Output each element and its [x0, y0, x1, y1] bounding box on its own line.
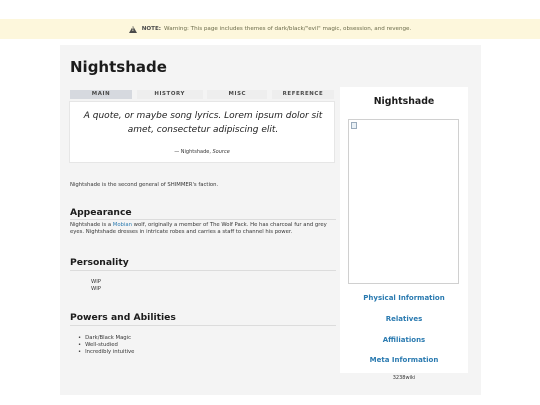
quote-box: A quote, or maybe song lyrics. Lorem ips…: [69, 101, 335, 163]
personality-divider: [70, 270, 336, 271]
personality-heading: Personality: [70, 257, 129, 268]
infobox-relatives[interactable]: Relatives: [340, 315, 468, 323]
tab-reference[interactable]: REFERENCE: [271, 90, 334, 99]
power-label: Incredibly intuitive: [85, 349, 135, 355]
page-title: Nightshade: [70, 58, 167, 76]
warning-notice: NOTE: Warning: This page includes themes…: [0, 19, 540, 39]
tab-bar: MAIN HISTORY MISC REFERENCE: [70, 90, 334, 99]
list-item: Incredibly intuitive: [78, 349, 134, 356]
list-item: Well-studied: [78, 342, 134, 349]
infobox-meta-information[interactable]: Meta Information: [340, 356, 468, 364]
warning-icon: [128, 25, 137, 33]
powers-divider: [70, 325, 336, 326]
infobox-footer: 3238wiki: [392, 375, 416, 381]
appearance-divider: [70, 219, 336, 220]
quote-source: Source: [212, 149, 230, 155]
appearance-heading: Appearance: [70, 207, 132, 218]
mobian-link[interactable]: Mobian: [113, 222, 132, 228]
notice-text: Warning: This page includes themes of da…: [164, 26, 412, 32]
powers-list: Dark/Black Magic Well-studied Incredibly…: [78, 335, 134, 356]
quote-attribution: — Nightshade, Source: [70, 149, 334, 155]
quote-attribution-prefix: — Nightshade,: [174, 149, 213, 155]
infobox: Nightshade Physical Information Relative…: [340, 87, 468, 381]
list-item: Dark/Black Magic: [78, 335, 134, 342]
infobox-image: [348, 119, 459, 284]
powers-heading: Powers and Abilities: [70, 312, 176, 323]
infobox-affiliations[interactable]: Affiliations: [340, 336, 468, 344]
tab-history[interactable]: HISTORY: [136, 90, 203, 99]
infobox-title: Nightshade: [373, 96, 435, 107]
appearance-paragraph: Nightshade is a Mobian wolf, originally …: [70, 222, 340, 237]
personality-item: WIP: [91, 286, 101, 292]
infobox-physical-information[interactable]: Physical Information: [340, 294, 468, 302]
tab-misc[interactable]: MISC: [207, 90, 268, 99]
broken-image-icon: [351, 122, 357, 129]
quote-text: A quote, or maybe song lyrics. Lorem ips…: [83, 111, 323, 135]
tab-main[interactable]: MAIN: [70, 90, 132, 99]
power-label: Well-studied: [85, 342, 118, 348]
notice-label: NOTE:: [141, 26, 162, 32]
appearance-text-before: Nightshade is a: [70, 222, 113, 228]
intro-paragraph: Nightshade is the second general of SHIM…: [70, 182, 219, 188]
personality-item: WIP: [91, 279, 101, 285]
power-label: Dark/Black Magic: [85, 335, 132, 341]
